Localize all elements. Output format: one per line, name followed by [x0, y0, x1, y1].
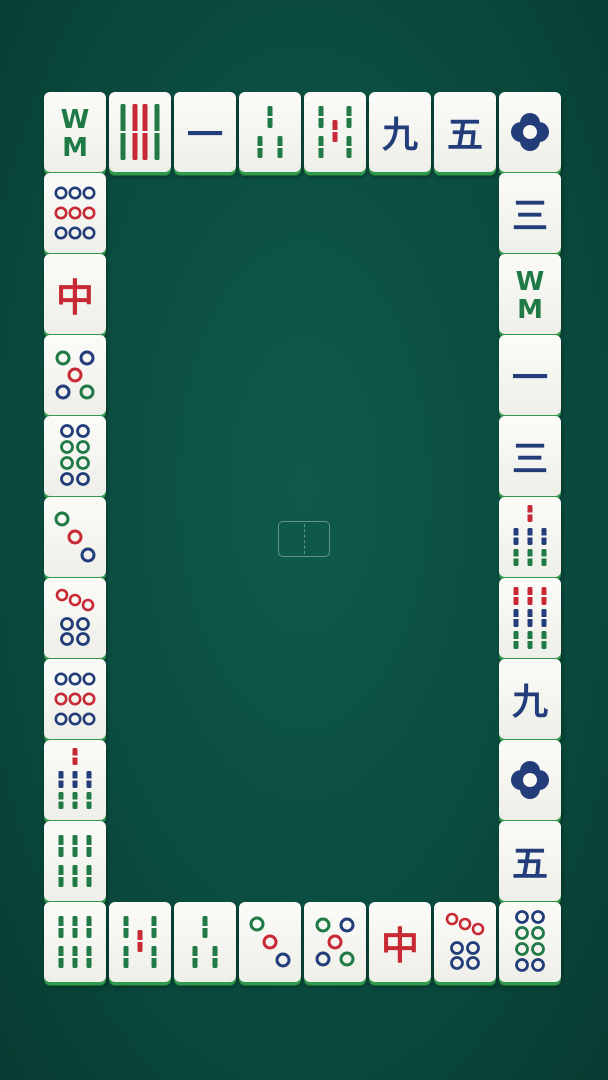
tile-left-2[interactable] — [44, 335, 106, 415]
tile-bottom-3[interactable] — [239, 902, 301, 982]
tile-left-0[interactable] — [44, 173, 106, 253]
tile-left-4[interactable] — [44, 497, 106, 577]
tile-bottom-0[interactable] — [44, 902, 106, 982]
green-dragon-icon: WM — [61, 105, 90, 163]
center-empty-slot — [278, 521, 330, 557]
tile-right-6[interactable]: 九 — [499, 659, 561, 739]
tile-bottom-7[interactable] — [499, 902, 561, 982]
tile-top-1[interactable] — [109, 92, 171, 172]
tile-bottom-5[interactable]: 中 — [369, 902, 431, 982]
svg-text:M: M — [62, 133, 88, 163]
tile-right-2[interactable]: 一 — [499, 335, 561, 415]
green-dragon-icon: WM — [516, 267, 545, 325]
tile-bottom-4[interactable] — [304, 902, 366, 982]
tile-right-0[interactable]: 三 — [499, 173, 561, 253]
tile-top-7[interactable] — [499, 92, 561, 172]
character-glyph: 三 — [511, 195, 548, 237]
bamboo-suit-icon — [318, 106, 352, 158]
dots-suit-icon — [315, 917, 355, 967]
tile-left-6[interactable] — [44, 659, 106, 739]
tile-right-3[interactable]: 三 — [499, 416, 561, 496]
dots-suit-icon — [511, 761, 549, 799]
tile-right-7[interactable] — [499, 740, 561, 820]
bamboo-suit-icon — [120, 104, 160, 160]
red-dragon-glyph: 中 — [55, 274, 94, 320]
tile-left-3[interactable] — [44, 416, 106, 496]
tile-bottom-2[interactable] — [174, 902, 236, 982]
dots-suit-icon — [54, 186, 96, 240]
character-glyph: 一 — [511, 357, 548, 399]
tile-left-7[interactable] — [44, 740, 106, 820]
character-glyph: 一 — [186, 114, 223, 156]
tile-top-3[interactable] — [239, 92, 301, 172]
dots-suit-icon — [54, 511, 96, 563]
bamboo-suit-icon — [58, 748, 92, 809]
svg-text:W: W — [516, 267, 545, 297]
svg-text:M: M — [517, 295, 543, 325]
bamboo-suit-icon — [123, 916, 157, 968]
tile-right-4[interactable] — [499, 497, 561, 577]
character-glyph: 五 — [446, 114, 483, 156]
tile-bottom-1[interactable] — [109, 902, 171, 982]
dots-suit-icon — [55, 350, 95, 400]
tile-top-6[interactable]: 五 — [434, 92, 496, 172]
tile-left-8[interactable] — [44, 821, 106, 901]
bamboo-suit-icon — [513, 505, 547, 566]
dots-suit-icon — [249, 916, 291, 968]
game-board: WM一九五中三WM一三九五中 — [0, 0, 608, 1080]
bamboo-suit-icon — [58, 835, 92, 887]
tile-right-8[interactable]: 五 — [499, 821, 561, 901]
character-glyph: 九 — [511, 681, 548, 723]
bamboo-suit-icon — [192, 916, 218, 968]
bamboo-suit-icon — [58, 916, 92, 968]
tile-right-5[interactable] — [499, 578, 561, 658]
tile-right-1[interactable]: WM — [499, 254, 561, 334]
dots-suit-icon — [511, 113, 549, 151]
dots-suit-icon — [515, 910, 545, 972]
tile-bottom-6[interactable] — [434, 902, 496, 982]
tile-top-5[interactable]: 九 — [369, 92, 431, 172]
character-glyph: 九 — [381, 114, 418, 156]
tile-left-1[interactable]: 中 — [44, 254, 106, 334]
dots-suit-icon — [60, 424, 90, 486]
character-glyph: 三 — [511, 438, 548, 480]
red-dragon-glyph: 中 — [380, 922, 419, 968]
tile-top-4[interactable] — [304, 92, 366, 172]
bamboo-suit-icon — [257, 106, 283, 158]
tile-left-5[interactable] — [44, 578, 106, 658]
dots-suit-icon — [54, 672, 96, 726]
tile-top-2[interactable]: 一 — [174, 92, 236, 172]
character-glyph: 五 — [511, 843, 548, 885]
tile-top-0[interactable]: WM — [44, 92, 106, 172]
dots-suit-icon — [55, 588, 95, 646]
svg-text:W: W — [61, 105, 90, 135]
dots-suit-icon — [445, 912, 485, 970]
bamboo-suit-icon — [513, 587, 547, 649]
